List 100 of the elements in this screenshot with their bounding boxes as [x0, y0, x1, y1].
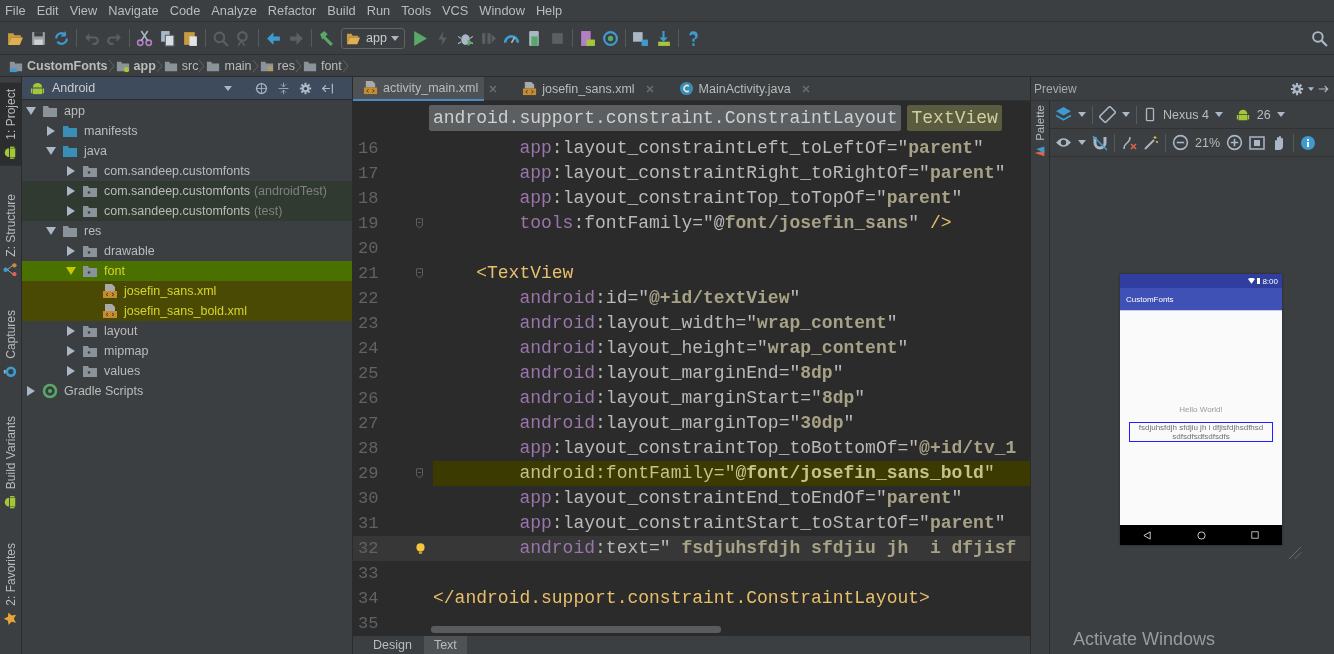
tree-item[interactable]: Gradle Scripts	[22, 381, 352, 401]
text-view[interactable]: fsdjuhsfdjh sfdjiu jh i dfjisfdjhsdfhsd sdfsdfsdfsdfsdfs	[1129, 422, 1273, 442]
tree-item[interactable]: com.sandeep.customfonts	[22, 161, 352, 181]
tool-window-tab[interactable]: 2: Favorites	[0, 537, 21, 632]
paste-icon[interactable]	[182, 29, 199, 47]
api-level-dropdown[interactable]: 26	[1234, 107, 1285, 122]
zoom-out-icon[interactable]	[1172, 134, 1189, 151]
info-icon[interactable]	[1300, 134, 1317, 151]
tree-item[interactable]: drawable	[22, 241, 352, 261]
tree-item[interactable]: res	[22, 221, 352, 241]
wand-icon[interactable]	[1143, 134, 1159, 151]
cut-icon[interactable]	[136, 29, 153, 47]
tree-item[interactable]: values	[22, 361, 352, 381]
hammer-icon[interactable]	[318, 29, 335, 47]
android-icon	[1234, 107, 1251, 122]
device-manager-icon[interactable]	[578, 29, 596, 47]
tool-window-tab[interactable]: Build Variants	[0, 410, 21, 516]
tag-breadcrumb[interactable]: android.support.constraint.ConstraintLayout	[429, 104, 902, 131]
text-view[interactable]: Hello World!	[1179, 405, 1223, 414]
clear-constraints-icon[interactable]	[1121, 134, 1137, 151]
tree-item[interactable]: com.sandeep.customfonts (test)	[22, 201, 352, 221]
breadcrumb-item[interactable]: main	[205, 58, 252, 73]
editor-mode-tab[interactable]: Text	[423, 636, 467, 654]
expanded-arrow-icon[interactable]	[46, 226, 56, 236]
expanded-arrow-icon[interactable]	[26, 106, 36, 116]
caret-icon[interactable]	[1078, 140, 1086, 145]
expanded-arrow-icon[interactable]	[66, 266, 76, 276]
back-arrow-icon[interactable]	[265, 29, 282, 47]
gradle-sync-icon[interactable]	[601, 29, 619, 47]
tree-item[interactable]: josefin_sans_bold.xml	[22, 301, 352, 321]
fit-screen-icon[interactable]	[1249, 134, 1266, 151]
editor-tab[interactable]: MainActivity.java	[668, 76, 797, 101]
menu-item[interactable]: View	[64, 3, 104, 18]
search-icon[interactable]	[1311, 29, 1328, 47]
scrollbar[interactable]	[431, 626, 721, 633]
menu-item[interactable]: Run	[361, 3, 397, 18]
caret-icon[interactable]	[1078, 112, 1086, 117]
tree-item[interactable]: font	[22, 261, 352, 281]
collapsed-arrow-icon[interactable]	[66, 246, 76, 256]
menu-item[interactable]: Help	[530, 3, 569, 18]
menu-item[interactable]: Code	[164, 3, 207, 18]
breadcrumb-item[interactable]: res	[258, 58, 295, 73]
tree-item[interactable]: java	[22, 141, 352, 161]
magnet-icon[interactable]	[1092, 134, 1108, 151]
resize-handle-icon[interactable]	[1287, 545, 1302, 560]
project-structure-icon[interactable]	[631, 29, 649, 47]
view-dropdown[interactable]: Android	[30, 80, 246, 96]
device-dropdown[interactable]: Nexus 4	[1143, 106, 1223, 123]
settings-icon[interactable]	[299, 81, 312, 95]
menu-item[interactable]: Window	[474, 3, 531, 18]
tree-item[interactable]: layout	[22, 321, 352, 341]
save-icon[interactable]	[30, 29, 47, 47]
menu-item[interactable]: Analyze	[206, 3, 263, 18]
code-line: tools:fontFamily="@font/josefin_sans" />	[518, 212, 952, 235]
rotate-icon[interactable]	[1099, 106, 1116, 123]
breadcrumb-item[interactable]: app	[114, 58, 156, 73]
xml-file-icon	[363, 80, 378, 95]
line-number: 17	[357, 164, 380, 183]
copy-icon[interactable]	[159, 29, 176, 47]
collapsed-arrow-icon[interactable]	[26, 386, 36, 396]
expanded-arrow-icon[interactable]	[46, 146, 56, 156]
tree-item[interactable]: com.sandeep.customfonts (androidTest)	[22, 181, 352, 201]
menu-item[interactable]: Build	[322, 3, 362, 18]
tree-item[interactable]: mipmap	[22, 341, 352, 361]
tree-item[interactable]: josefin_sans.xml	[22, 281, 352, 301]
recents-icon[interactable]	[1251, 531, 1260, 539]
home-icon[interactable]	[1197, 530, 1206, 540]
collapsed-arrow-icon[interactable]	[46, 126, 56, 136]
tool-window-tab[interactable]: Z: Structure	[0, 187, 21, 283]
caret-icon[interactable]	[1122, 112, 1130, 117]
tag-breadcrumb[interactable]: TextView	[907, 104, 1002, 131]
tool-window-tab[interactable]: 1: Project	[0, 83, 21, 166]
run-config-dropdown[interactable]: app	[341, 27, 405, 49]
hide-icon[interactable]	[321, 81, 334, 95]
settings-icon[interactable]	[1290, 81, 1304, 96]
zoom-in-icon[interactable]	[1226, 134, 1244, 151]
menu-item[interactable]: File	[0, 3, 32, 18]
editor-tab[interactable]: josefin_sans.xml	[512, 76, 641, 101]
layers-icon[interactable]	[1055, 106, 1072, 123]
module-folder-icon	[42, 103, 58, 119]
caret-icon[interactable]	[1308, 86, 1314, 91]
target-icon[interactable]	[255, 81, 268, 95]
menu-item[interactable]: Refactor	[262, 3, 323, 18]
tree-item[interactable]: manifests	[22, 121, 352, 141]
menu-item[interactable]: VCS	[437, 3, 475, 18]
menu-item[interactable]: Edit	[31, 3, 65, 18]
breadcrumb-item[interactable]: src	[162, 58, 199, 73]
collapse-icon[interactable]	[277, 81, 290, 95]
menu-item[interactable]: Navigate	[103, 3, 165, 18]
editor-mode-tab[interactable]: Design	[363, 636, 422, 654]
menu-item[interactable]: Tools	[396, 3, 438, 18]
sync-icon[interactable]	[53, 29, 70, 47]
palette-tab[interactable]: Palette	[1031, 101, 1049, 162]
tool-window-tab[interactable]: Captures	[0, 304, 21, 386]
lightbulb-icon[interactable]	[414, 541, 427, 556]
back-icon[interactable]	[1142, 530, 1152, 540]
editor-tab[interactable]: activity_main.xml	[353, 76, 485, 101]
tree-item[interactable]: app	[22, 101, 352, 121]
breadcrumb-item[interactable]: CustomFonts	[8, 58, 108, 73]
breadcrumb-item[interactable]: font	[301, 58, 342, 73]
